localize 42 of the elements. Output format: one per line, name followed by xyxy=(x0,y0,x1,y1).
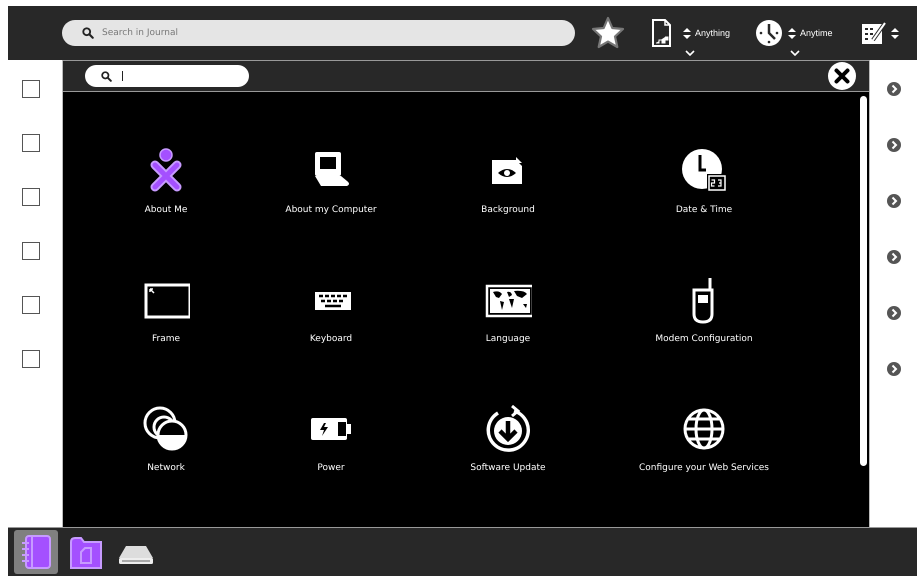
filter-combo[interactable]: Anytime xyxy=(754,10,833,56)
details-button[interactable] xyxy=(886,306,900,320)
checkbox[interactable] xyxy=(22,350,40,368)
settings-label[interactable]: About my Computer xyxy=(285,205,377,215)
details-button[interactable] xyxy=(886,194,900,208)
updown-arrows-icon xyxy=(787,26,798,40)
checkbox[interactable] xyxy=(22,296,40,314)
checkbox[interactable] xyxy=(22,188,40,206)
chevron-icon xyxy=(685,50,695,56)
details-button[interactable] xyxy=(886,138,900,152)
settings-label[interactable]: Language xyxy=(486,334,530,344)
settings-label[interactable]: Software Update xyxy=(470,463,546,473)
clock-icon xyxy=(754,18,784,48)
search-field[interactable]: Search in Journal xyxy=(62,20,575,46)
close-button[interactable] xyxy=(827,61,857,91)
details-button[interactable] xyxy=(886,82,900,96)
network-circles-icon[interactable] xyxy=(142,405,190,453)
details-button[interactable] xyxy=(886,362,900,376)
download-update-icon[interactable] xyxy=(484,405,532,453)
scrollbar-thumb[interactable] xyxy=(860,96,866,466)
checkbox[interactable] xyxy=(22,80,40,98)
updown-arrows-icon xyxy=(890,26,900,40)
star-icon xyxy=(591,16,625,50)
settings-label[interactable]: Background xyxy=(481,205,535,215)
filter-combo[interactable]: Anything xyxy=(649,10,730,56)
settings-label[interactable]: About Me xyxy=(144,205,188,215)
search-field[interactable] xyxy=(85,65,249,87)
favorite-button[interactable] xyxy=(591,16,625,50)
settings-label[interactable]: Keyboard xyxy=(310,334,352,344)
details-button[interactable] xyxy=(886,250,900,264)
settings-label[interactable]: Power xyxy=(317,463,345,473)
settings-label[interactable]: Date & Time xyxy=(676,205,732,215)
settings-label[interactable]: Configure your Web Services xyxy=(638,463,769,473)
settings-label[interactable]: Frame xyxy=(152,334,180,344)
updown-arrows-icon xyxy=(682,26,692,40)
chevron-icon xyxy=(790,50,800,56)
settings-label[interactable]: Network xyxy=(147,463,185,473)
edit-list-icon xyxy=(860,20,887,46)
settings-label[interactable]: Modem Configuration xyxy=(655,334,753,344)
checkbox[interactable] xyxy=(22,242,40,260)
sort-button[interactable] xyxy=(860,20,900,46)
checkbox[interactable] xyxy=(22,134,40,152)
